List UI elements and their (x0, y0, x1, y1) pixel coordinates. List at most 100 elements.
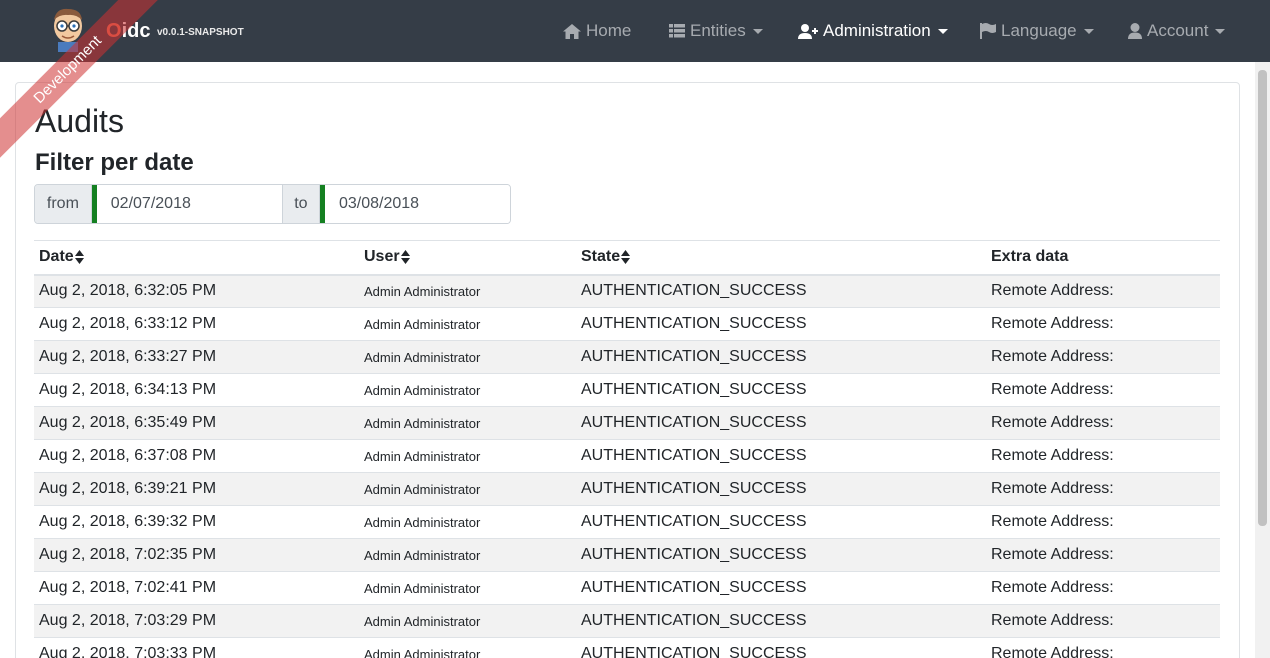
nav-account[interactable]: Account (1128, 19, 1226, 43)
nav-home-label: Home (586, 21, 632, 40)
cell-user: Admin Administrator (359, 604, 576, 638)
cell-state: AUTHENTICATION_SUCCESS (576, 472, 986, 506)
cell-extra: Remote Address: (986, 604, 1220, 638)
cell-extra: Remote Address: (986, 373, 1220, 407)
cell-state: AUTHENTICATION_SUCCESS (576, 439, 986, 473)
flag-icon (980, 23, 996, 39)
cell-user: Admin Administrator (359, 439, 576, 473)
table-row: Aug 2, 2018, 6:33:12 PM Admin Administra… (34, 307, 1220, 341)
cell-user: Admin Administrator (359, 505, 576, 539)
table-row: Aug 2, 2018, 6:37:08 PM Admin Administra… (34, 439, 1220, 473)
header-user[interactable]: User (359, 240, 576, 276)
brand-title-accent: O (106, 20, 122, 42)
brand-title[interactable]: Oidc (106, 20, 150, 43)
chevron-down-icon (937, 28, 948, 34)
cell-user: Admin Administrator (359, 472, 576, 506)
cell-state: AUTHENTICATION_SUCCESS (576, 571, 986, 605)
user-plus-icon (798, 23, 818, 39)
cell-date: Aug 2, 2018, 7:02:41 PM (34, 571, 359, 605)
cell-state: AUTHENTICATION_SUCCESS (576, 637, 986, 658)
table-row: Aug 2, 2018, 6:39:32 PM Admin Administra… (34, 505, 1220, 539)
cell-extra: Remote Address: (986, 406, 1220, 440)
cell-date: Aug 2, 2018, 6:33:12 PM (34, 307, 359, 341)
table-row: Aug 2, 2018, 6:32:05 PM Admin Administra… (34, 274, 1220, 308)
table-row: Aug 2, 2018, 7:02:41 PM Admin Administra… (34, 571, 1220, 605)
cell-extra: Remote Address: (986, 505, 1220, 539)
table-row: Aug 2, 2018, 7:03:33 PM Admin Administra… (34, 637, 1220, 658)
nav-language[interactable]: Language (980, 19, 1094, 43)
table-row: Aug 2, 2018, 6:35:49 PM Admin Administra… (34, 406, 1220, 440)
cell-state: AUTHENTICATION_SUCCESS (576, 373, 986, 407)
sort-icon (400, 250, 410, 265)
cell-user: Admin Administrator (359, 571, 576, 605)
to-date-input[interactable] (320, 185, 510, 223)
nav-entities-label: Entities (690, 21, 746, 40)
from-label: from (35, 185, 92, 223)
cell-date: Aug 2, 2018, 6:39:21 PM (34, 472, 359, 506)
cell-user: Admin Administrator (359, 637, 576, 658)
developer-avatar-logo (54, 8, 82, 52)
sort-icon (621, 250, 631, 265)
table-header-row: Date User State Extra data (34, 240, 1220, 276)
cell-extra: Remote Address: (986, 538, 1220, 572)
cell-user: Admin Administrator (359, 538, 576, 572)
sort-icon (74, 250, 84, 265)
table-row: Aug 2, 2018, 7:03:29 PM Admin Administra… (34, 604, 1220, 638)
filter-title: Filter per date (35, 149, 194, 176)
date-filter-group: from to (34, 184, 511, 224)
nav-administration-label: Administration (823, 21, 931, 40)
chevron-down-icon (1083, 28, 1094, 34)
scrollbar-thumb[interactable] (1258, 70, 1267, 526)
table-row: Aug 2, 2018, 6:33:27 PM Admin Administra… (34, 340, 1220, 374)
cell-state: AUTHENTICATION_SUCCESS (576, 505, 986, 539)
cell-state: AUTHENTICATION_SUCCESS (576, 307, 986, 341)
cell-extra: Remote Address: (986, 274, 1220, 308)
cell-date: Aug 2, 2018, 6:32:05 PM (34, 274, 359, 308)
audits-table: Date User State Extra data Aug 2, 2018, … (34, 240, 1220, 658)
header-state[interactable]: State (576, 240, 986, 276)
cell-user: Admin Administrator (359, 307, 576, 341)
cell-user: Admin Administrator (359, 373, 576, 407)
header-extra-data: Extra data (986, 240, 1220, 276)
table-row: Aug 2, 2018, 6:39:21 PM Admin Administra… (34, 472, 1220, 506)
cell-date: Aug 2, 2018, 6:34:13 PM (34, 373, 359, 407)
nav-language-label: Language (1001, 21, 1077, 40)
user-icon (1128, 23, 1142, 39)
cell-user: Admin Administrator (359, 340, 576, 374)
navbar: Oidc v0.0.1-SNAPSHOT Home Entities Admin… (0, 0, 1270, 62)
cell-user: Admin Administrator (359, 406, 576, 440)
cell-date: Aug 2, 2018, 6:33:27 PM (34, 340, 359, 374)
cell-date: Aug 2, 2018, 6:39:32 PM (34, 505, 359, 539)
cell-extra: Remote Address: (986, 439, 1220, 473)
cell-date: Aug 2, 2018, 6:35:49 PM (34, 406, 359, 440)
home-icon (563, 23, 581, 39)
brand-logo-link[interactable] (48, 6, 88, 52)
cell-extra: Remote Address: (986, 340, 1220, 374)
chevron-down-icon (752, 28, 763, 34)
cell-date: Aug 2, 2018, 7:03:29 PM (34, 604, 359, 638)
brand-version: v0.0.1-SNAPSHOT (157, 27, 244, 38)
cell-state: AUTHENTICATION_SUCCESS (576, 406, 986, 440)
cell-date: Aug 2, 2018, 7:02:35 PM (34, 538, 359, 572)
nav-home[interactable]: Home (563, 19, 631, 43)
to-label: to (281, 185, 320, 223)
cell-extra: Remote Address: (986, 637, 1220, 658)
header-state-label: State (581, 248, 621, 266)
header-date-label: Date (39, 248, 74, 266)
cell-date: Aug 2, 2018, 7:03:33 PM (34, 637, 359, 658)
header-date[interactable]: Date (34, 240, 359, 276)
cell-state: AUTHENTICATION_SUCCESS (576, 340, 986, 374)
cell-date: Aug 2, 2018, 6:37:08 PM (34, 439, 359, 473)
nav-entities[interactable]: Entities (669, 19, 763, 43)
from-date-input[interactable] (91, 185, 282, 223)
cell-state: AUTHENTICATION_SUCCESS (576, 604, 986, 638)
table-row: Aug 2, 2018, 6:34:13 PM Admin Administra… (34, 373, 1220, 407)
page-scrollbar[interactable] (1255, 62, 1270, 658)
list-icon (669, 24, 685, 38)
nav-account-label: Account (1147, 21, 1209, 40)
cell-extra: Remote Address: (986, 472, 1220, 506)
nav-administration[interactable]: Administration (798, 19, 948, 43)
chevron-down-icon (1215, 28, 1226, 34)
cell-extra: Remote Address: (986, 571, 1220, 605)
brand-title-rest: idc (121, 20, 151, 42)
